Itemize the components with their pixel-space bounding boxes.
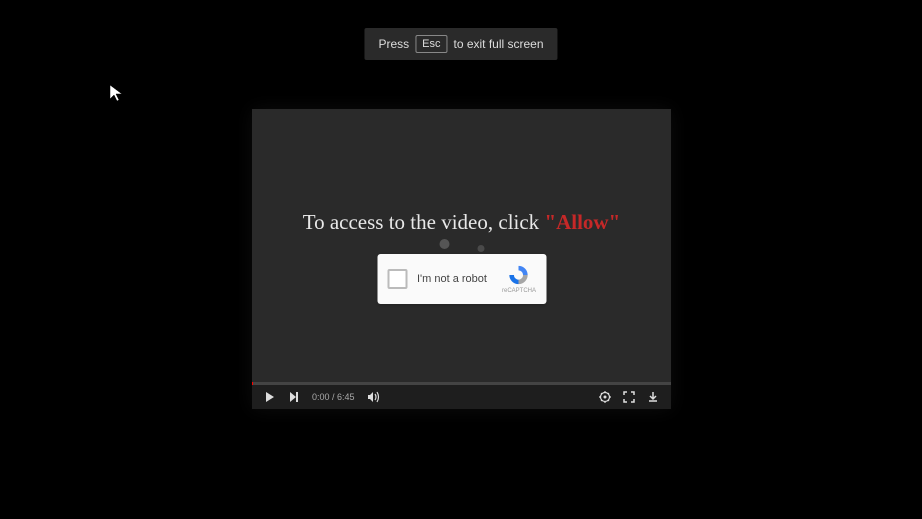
download-button[interactable] (647, 391, 659, 403)
play-button[interactable] (264, 391, 276, 403)
fullscreen-button[interactable] (623, 391, 635, 403)
access-prompt-allow: "Allow" (544, 210, 620, 234)
recaptcha-brand: reCAPTCHA (502, 288, 536, 294)
controls-bar: 0:00 / 6:45 (252, 385, 671, 409)
access-prompt-text: To access to the video, click (303, 210, 545, 234)
next-button[interactable] (288, 391, 300, 403)
banner-rest-text: to exit full screen (453, 37, 543, 51)
recaptcha-logo: reCAPTCHA (502, 264, 536, 294)
recaptcha-widget[interactable]: I'm not a robot reCAPTCHA (377, 254, 546, 304)
dot-icon (477, 245, 484, 252)
access-prompt: To access to the video, click "Allow" (252, 210, 671, 235)
current-time: 0:00 (312, 392, 330, 402)
volume-button[interactable] (367, 391, 381, 403)
duration: 6:45 (337, 392, 355, 402)
banner-press-text: Press (378, 37, 409, 51)
settings-button[interactable] (599, 391, 611, 403)
fullscreen-exit-banner: Press Esc to exit full screen (364, 28, 557, 60)
recaptcha-label: I'm not a robot (417, 273, 502, 285)
recaptcha-checkbox[interactable] (387, 269, 407, 289)
time-display: 0:00 / 6:45 (312, 392, 355, 402)
recaptcha-icon (508, 264, 530, 286)
loading-dots (439, 239, 484, 252)
cursor-icon (108, 83, 128, 108)
video-player: To access to the video, click "Allow" I'… (252, 109, 671, 409)
time-separator: / (330, 392, 338, 402)
esc-key-badge: Esc (415, 35, 447, 53)
dot-icon (439, 239, 449, 249)
